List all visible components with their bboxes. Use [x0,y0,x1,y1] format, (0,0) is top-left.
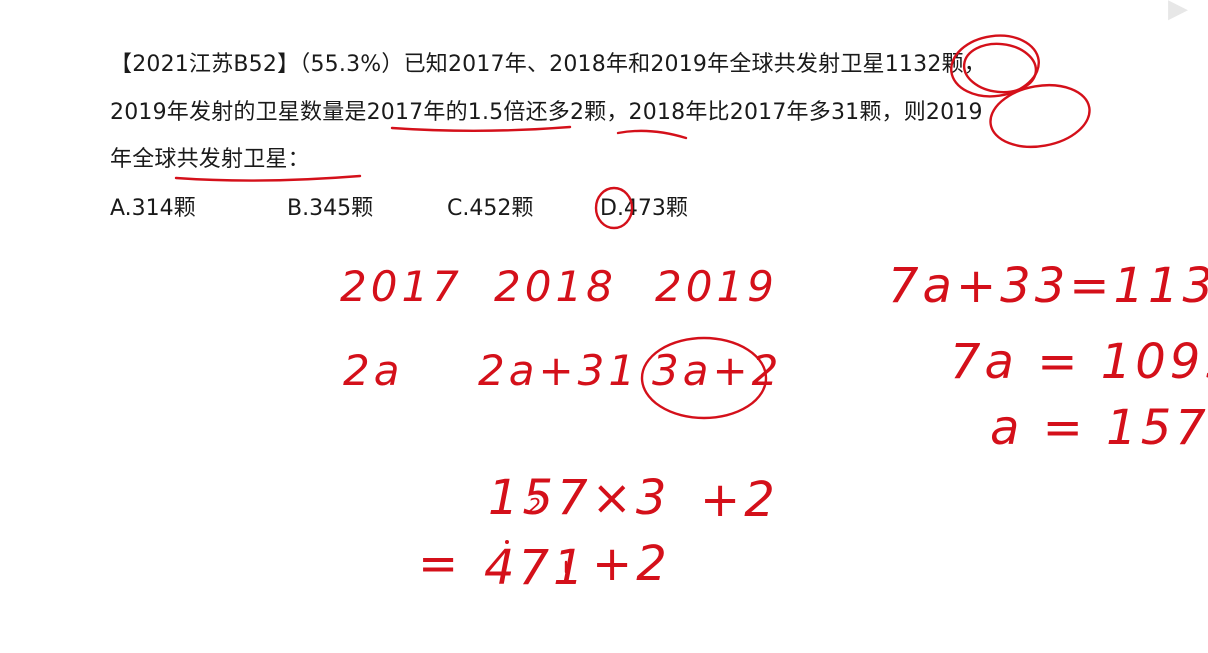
hw-equation-3: a = 157 [990,400,1208,456]
hw-equation-1: 7a+33=1132 [888,258,1208,314]
hw-year-2018: 2018 [494,262,617,311]
hw-year-2017: 2017 [340,262,463,311]
hw-carry-mark: 2 [528,494,545,518]
hw-year-2019: 2019 [655,262,778,311]
watermark-logo: ▶ [1168,0,1190,24]
option-a: A.314颗 [110,196,196,221]
question-line-1: 【2021江苏B52】（55.3%）已知2017年、2018年和2019年全球共… [110,52,986,77]
underline-plus-2 [616,129,688,140]
hw-calc-equals: = [418,536,463,592]
hw-calc-multiply: 157×3 [488,470,671,526]
hw-calc-plus2-top: +2 [700,472,779,528]
option-d: D.473颗 [600,196,688,221]
hw-calc-result: 471 [484,540,588,596]
hw-expr-2a-plus-31: 2a+31 [478,346,640,395]
circle-2019 [989,84,1091,148]
option-c: C.452颗 [447,196,534,221]
question-line-3: 年全球共发射卫星： [110,147,310,172]
hw-expr-2a: 2a [343,346,404,395]
hw-calc-plus2-bottom: +2 [592,536,671,592]
hw-equation-2: 7a = 1099 [950,334,1208,390]
underline-launch [174,174,362,182]
question-line-2: 2019年发射的卫星数量是2017年的1.5倍还多2颗，2018年比2017年多… [110,100,983,125]
option-b: B.345颗 [287,196,374,221]
hw-expr-3a-plus-2: 3a+2 [652,346,783,395]
